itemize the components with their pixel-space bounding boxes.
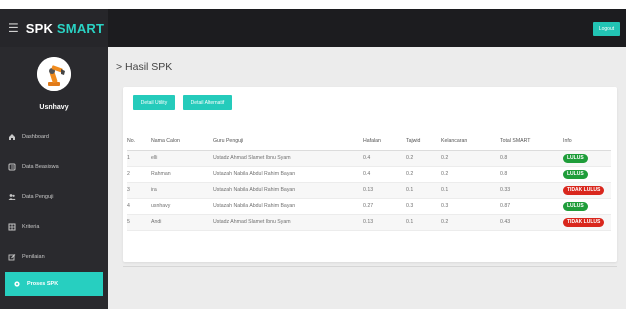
divider: [123, 266, 617, 267]
sidebar-item-data-penguji[interactable]: Data Penguji: [0, 185, 108, 209]
grid-icon: [8, 223, 16, 231]
cell-info: TIDAK LULUS: [563, 214, 611, 231]
cell-info: LULUS: [563, 198, 611, 215]
cell-tajwid: 0.2: [406, 166, 441, 183]
cell-tajwid: 0.1: [406, 182, 441, 199]
cell-no: 4: [127, 198, 151, 215]
results-table: No. Nama Calon Guru Penguji Hafalan Tajw…: [127, 133, 611, 231]
cell-total: 0.87: [500, 198, 563, 215]
status-badge: LULUS: [563, 201, 588, 211]
brand-logo-text[interactable]: SPK SMART: [26, 21, 104, 36]
cell-nama: ira: [151, 182, 213, 199]
username: Usnhavy: [39, 104, 69, 111]
column-header: Guru Penguji: [213, 133, 363, 151]
results-panel: Detail Utility Detail Alternatif No. Nam…: [123, 87, 617, 262]
status-badge: TIDAK LULUS: [563, 185, 605, 195]
book-icon: [8, 163, 16, 171]
cell-nama: usnhavy: [151, 198, 213, 215]
column-header: No.: [127, 133, 151, 151]
sidebar-item-label: Data Penguji: [22, 194, 54, 200]
cell-kelancaran: 0.2: [441, 166, 500, 183]
sidebar-item-kriteria[interactable]: Kriteria: [0, 215, 108, 239]
hamburger-icon[interactable]: ☰: [8, 22, 19, 34]
detail-alternatif-button[interactable]: Detail Alternatif: [183, 95, 232, 110]
brand: ☰ SPK SMART: [0, 9, 108, 47]
cell-nama: elli: [151, 150, 213, 167]
cell-guru: Ustazah Nabila Abdul Rahim Bayan: [213, 182, 363, 199]
table-row: 1 elli Ustadz Ahmad Slamet Ibnu Syam 0.4…: [127, 150, 611, 167]
cell-total: 0.8: [500, 166, 563, 183]
sidebar-item-label: Penilaian: [22, 254, 45, 260]
cell-info: LULUS: [563, 166, 611, 183]
cell-total: 0.8: [500, 150, 563, 167]
cell-hafalan: 0.13: [363, 214, 406, 231]
column-header: Nama Calon: [151, 133, 213, 151]
cell-guru: Ustazah Nabila Abdul Rahim Bayan: [213, 166, 363, 183]
column-header: Kelancaran: [441, 133, 500, 151]
robot-arm-icon: [37, 57, 71, 91]
cell-hafalan: 0.13: [363, 182, 406, 199]
cell-tajwid: 0.1: [406, 214, 441, 231]
main-content: > Hasil SPK Detail Utility Detail Altern…: [108, 47, 626, 309]
table-row: 4 usnhavy Ustazah Nabila Abdul Rahim Bay…: [127, 198, 611, 215]
column-header: Hafalan: [363, 133, 406, 151]
sidebar-item-label: Kriteria: [22, 224, 40, 230]
cell-hafalan: 0.27: [363, 198, 406, 215]
sidebar-item-dashboard[interactable]: Dashboard: [0, 125, 108, 149]
cell-kelancaran: 0.1: [441, 182, 500, 199]
sidebar-item-data-beasiswa[interactable]: Data Beasiswa: [0, 155, 108, 179]
cell-kelancaran: 0.3: [441, 198, 500, 215]
gear-icon: [13, 280, 21, 288]
edit-icon: [8, 253, 16, 261]
users-icon: [8, 193, 16, 201]
cell-info: LULUS: [563, 150, 611, 167]
cell-total: 0.33: [500, 182, 563, 199]
sidebar-item-label: Dashboard: [22, 134, 49, 140]
top-navbar: ☰ SPK SMART Logout: [0, 0, 626, 47]
home-icon: [8, 133, 16, 141]
status-badge: TIDAK LULUS: [563, 217, 605, 227]
cell-nama: Rahman: [151, 166, 213, 183]
brand-main: SPK: [25, 20, 54, 36]
sidebar-item-penilaian[interactable]: Penilaian: [0, 245, 108, 269]
cell-tajwid: 0.3: [406, 198, 441, 215]
cell-guru: Ustadz Ahmad Slamet Ibnu Syam: [213, 150, 363, 167]
column-header: Info: [563, 133, 611, 151]
cell-info: TIDAK LULUS: [563, 182, 611, 199]
brand-accent: SMART: [56, 20, 105, 36]
cell-tajwid: 0.2: [406, 150, 441, 167]
logout-button[interactable]: Logout: [593, 22, 620, 36]
cell-no: 5: [127, 214, 151, 231]
cell-guru: Ustadz Ahmad Slamet Ibnu Syam: [213, 214, 363, 231]
cell-nama: Andi: [151, 214, 213, 231]
detail-utility-button[interactable]: Detail Utility: [133, 95, 175, 110]
cell-no: 2: [127, 166, 151, 183]
table-row: 3 ira Ustazah Nabila Abdul Rahim Bayan 0…: [127, 182, 611, 199]
table-row: 2 Rahman Ustazah Nabila Abdul Rahim Baya…: [127, 166, 611, 183]
column-header: Tajwid: [406, 133, 441, 151]
cell-no: 1: [127, 150, 151, 167]
user-panel: Usnhavy: [0, 47, 108, 125]
cell-guru: Ustazah Nabila Abdul Rahim Bayan: [213, 198, 363, 215]
sidebar-item-label: Proses SPK: [27, 281, 59, 287]
table-header-row: No. Nama Calon Guru Penguji Hafalan Tajw…: [127, 133, 611, 151]
status-badge: LULUS: [563, 153, 588, 163]
sidebar: Usnhavy Dashboard Data Beasiswa Data Pen…: [0, 47, 108, 309]
avatar: [37, 57, 71, 91]
table-row: 5 Andi Ustadz Ahmad Slamet Ibnu Syam 0.1…: [127, 214, 611, 231]
sidebar-item-label: Data Beasiswa: [22, 164, 59, 170]
cell-hafalan: 0.4: [363, 166, 406, 183]
page-title: > Hasil SPK: [116, 61, 173, 73]
sidebar-item-proses-spk[interactable]: Proses SPK: [5, 272, 103, 296]
cell-hafalan: 0.4: [363, 150, 406, 167]
cell-no: 3: [127, 182, 151, 199]
cell-kelancaran: 0.2: [441, 150, 500, 167]
column-header: Total SMART: [500, 133, 563, 151]
status-badge: LULUS: [563, 169, 588, 179]
cell-kelancaran: 0.2: [441, 214, 500, 231]
cell-total: 0.43: [500, 214, 563, 231]
